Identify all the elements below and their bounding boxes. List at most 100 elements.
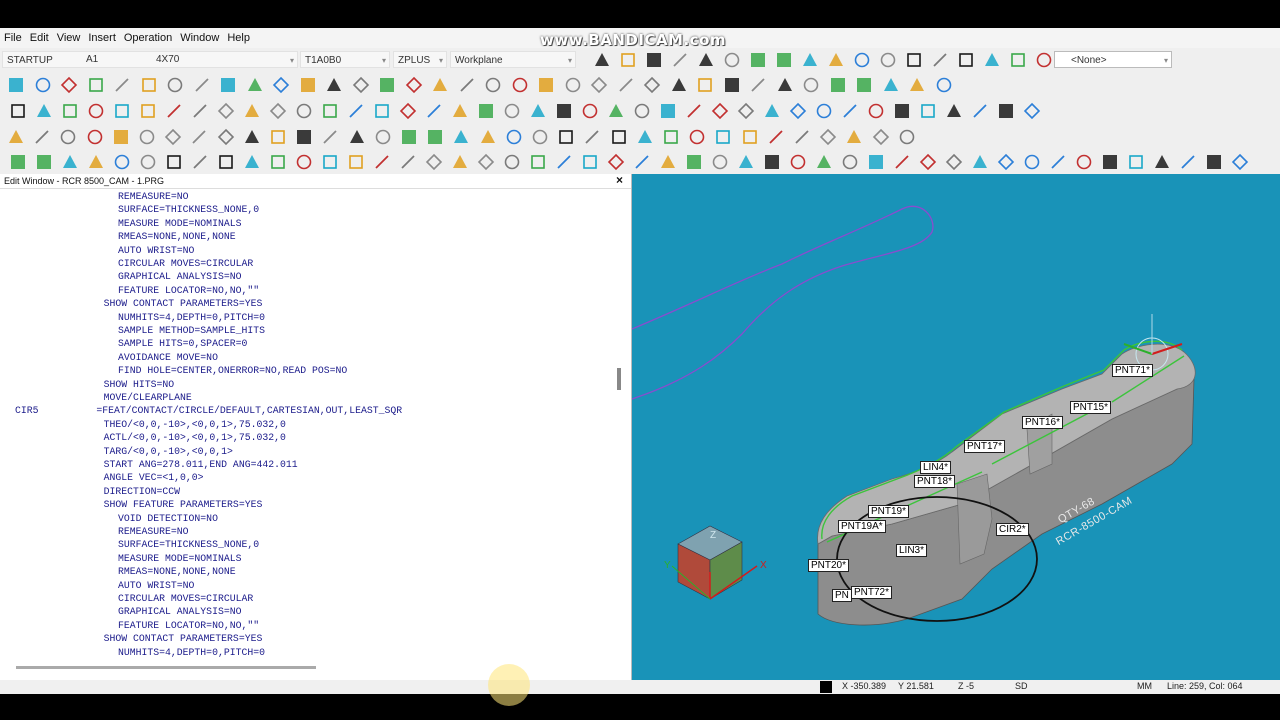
- cube-icon[interactable]: [1048, 152, 1068, 172]
- graphics-icon[interactable]: [476, 101, 496, 121]
- line-feature-icon[interactable]: [844, 127, 864, 147]
- probe-combo[interactable]: 4X70: [152, 51, 298, 68]
- feature-label-lin3[interactable]: LIN3*: [896, 544, 928, 557]
- measure-icon[interactable]: [502, 152, 522, 172]
- measure-icon[interactable]: [582, 127, 602, 147]
- graphics-icon[interactable]: [528, 152, 548, 172]
- window-layout-icon[interactable]: [982, 50, 1002, 70]
- plane-feature-icon[interactable]: [216, 101, 236, 121]
- graphics-icon[interactable]: [606, 101, 626, 121]
- window-layout-icon[interactable]: [956, 50, 976, 70]
- toolbar-button-icon[interactable]: [944, 101, 964, 121]
- plane-feature-icon[interactable]: [476, 152, 496, 172]
- feature-label-pnt20[interactable]: PNT20*: [808, 559, 850, 572]
- toolbar-button-icon[interactable]: [294, 127, 314, 147]
- plane-feature-icon[interactable]: [710, 152, 730, 172]
- measure-icon[interactable]: [32, 127, 52, 147]
- cube-icon[interactable]: [112, 152, 132, 172]
- circle-feature-icon[interactable]: [86, 101, 106, 121]
- line-feature-icon[interactable]: [111, 127, 131, 147]
- plane-feature-icon[interactable]: [373, 127, 393, 147]
- probe-icon[interactable]: [1126, 152, 1146, 172]
- measure-icon[interactable]: [190, 152, 210, 172]
- probe-icon[interactable]: [580, 152, 600, 172]
- cube-icon[interactable]: [840, 101, 860, 121]
- toolbar-button-icon[interactable]: [996, 101, 1016, 121]
- cube-icon[interactable]: [33, 75, 53, 95]
- feature-label-pnt19a[interactable]: PNT19A*: [838, 520, 886, 533]
- plane-feature-icon[interactable]: [268, 101, 288, 121]
- line-feature-icon[interactable]: [740, 127, 760, 147]
- probe-icon[interactable]: [451, 127, 471, 147]
- plane-feature-icon[interactable]: [163, 127, 183, 147]
- view-direction-combo[interactable]: ZPLUS ▾: [393, 51, 447, 68]
- circle-feature-icon[interactable]: [164, 101, 184, 121]
- toolbar-button-icon[interactable]: [554, 101, 574, 121]
- cube-icon[interactable]: [504, 127, 524, 147]
- tip-combo[interactable]: T1A0B0 ▾: [300, 51, 390, 68]
- probe-icon[interactable]: [60, 152, 80, 172]
- probe-icon[interactable]: [34, 101, 54, 121]
- circle-feature-icon[interactable]: [372, 152, 392, 172]
- toolbar-button-icon[interactable]: [1100, 152, 1120, 172]
- circle-feature-icon[interactable]: [580, 101, 600, 121]
- window-layout-icon[interactable]: [878, 50, 898, 70]
- graphics-icon[interactable]: [377, 75, 397, 95]
- plane-feature-icon[interactable]: [112, 75, 132, 95]
- line-feature-icon[interactable]: [450, 152, 470, 172]
- cube-icon[interactable]: [1022, 101, 1042, 121]
- graphics-display-window[interactable]: PNT71* PNT15* PNT16* PNT17* LIN4* PNT18* PNT19…: [632, 174, 1280, 680]
- graphics-icon[interactable]: [854, 75, 874, 95]
- plane-feature-icon[interactable]: [748, 75, 768, 95]
- window-layout-icon[interactable]: [618, 50, 638, 70]
- window-layout-icon[interactable]: [774, 50, 794, 70]
- window-layout-icon[interactable]: [722, 50, 742, 70]
- cube-icon[interactable]: [970, 101, 990, 121]
- plane-feature-icon[interactable]: [189, 127, 209, 147]
- toolbar-button-icon[interactable]: [762, 152, 782, 172]
- toolbar-button-icon[interactable]: [1204, 152, 1224, 172]
- measure-icon[interactable]: [944, 152, 964, 172]
- measure-icon[interactable]: [351, 75, 371, 95]
- window-layout-icon[interactable]: [644, 50, 664, 70]
- line-feature-icon[interactable]: [6, 127, 26, 147]
- feature-label-pnt15[interactable]: PNT15*: [1070, 401, 1112, 414]
- window-layout-icon[interactable]: [670, 50, 690, 70]
- probe-icon[interactable]: [635, 127, 655, 147]
- circle-feature-icon[interactable]: [1074, 152, 1094, 172]
- cube-icon[interactable]: [271, 75, 291, 95]
- window-layout-icon[interactable]: [800, 50, 820, 70]
- plane-feature-icon[interactable]: [502, 101, 522, 121]
- graphics-icon[interactable]: [425, 127, 445, 147]
- measure-icon[interactable]: [457, 75, 477, 95]
- toolbar-button-icon[interactable]: [609, 127, 629, 147]
- plane-feature-icon[interactable]: [137, 127, 157, 147]
- plane-feature-icon[interactable]: [871, 127, 891, 147]
- toolbar-button-icon[interactable]: [164, 152, 184, 172]
- alignment-combo[interactable]: A1: [82, 51, 152, 68]
- cube-icon[interactable]: [1230, 152, 1250, 172]
- cube-icon[interactable]: [814, 101, 834, 121]
- line-feature-icon[interactable]: [268, 127, 288, 147]
- cube-icon[interactable]: [632, 152, 652, 172]
- graphics-icon[interactable]: [8, 152, 28, 172]
- line-feature-icon[interactable]: [658, 152, 678, 172]
- cube-icon[interactable]: [788, 101, 808, 121]
- feature-label-pnt16[interactable]: PNT16*: [1022, 416, 1064, 429]
- measure-icon[interactable]: [642, 75, 662, 95]
- measure-icon[interactable]: [792, 127, 812, 147]
- circle-feature-icon[interactable]: [294, 152, 314, 172]
- window-layout-icon[interactable]: [852, 50, 872, 70]
- menu-item[interactable]: Help: [223, 32, 254, 44]
- toolbar-button-icon[interactable]: [722, 75, 742, 95]
- graphics-icon[interactable]: [60, 101, 80, 121]
- probe-icon[interactable]: [762, 101, 782, 121]
- vertical-scroll-thumb[interactable]: [617, 368, 621, 390]
- line-feature-icon[interactable]: [139, 75, 159, 95]
- feature-label-pnt19[interactable]: PNT19*: [868, 505, 910, 518]
- toolbar-button-icon[interactable]: [669, 75, 689, 95]
- menu-item[interactable]: Edit: [26, 32, 53, 44]
- line-feature-icon[interactable]: [536, 75, 556, 95]
- window-layout-icon[interactable]: [930, 50, 950, 70]
- menu-item[interactable]: Operation: [120, 32, 176, 44]
